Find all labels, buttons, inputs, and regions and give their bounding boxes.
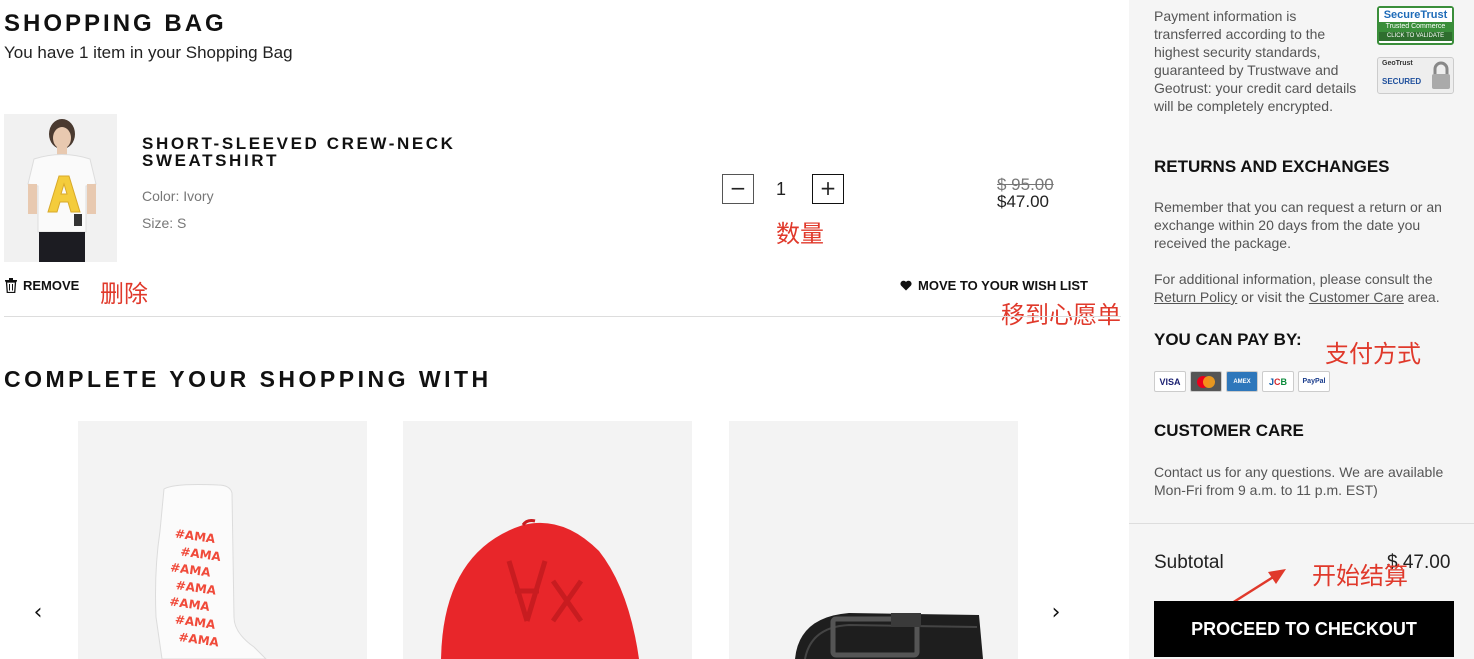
payment-methods: VISA AMEX JCB PayPal xyxy=(1154,371,1330,392)
return-policy-link[interactable]: Return Policy xyxy=(1154,289,1237,305)
remove-annotation: 删除 xyxy=(100,280,148,308)
customer-care-link[interactable]: Customer Care xyxy=(1309,289,1404,305)
geotrust-title: GeoTrust xyxy=(1382,60,1413,67)
wishlist-annotation: 移到心愿单 xyxy=(1001,301,1121,329)
customer-care-title: CUSTOMER CARE xyxy=(1154,421,1304,440)
remove-label: REMOVE xyxy=(23,278,80,293)
socks-image: #AMA #AMA #AMA #AMA #AMA #AMA #AMA xyxy=(155,484,267,659)
bag-count-text: You have 1 item in your Shopping Bag xyxy=(4,43,293,62)
sidebar-divider xyxy=(1129,523,1474,524)
quantity-value: 1 xyxy=(776,179,787,199)
amex-icon: AMEX xyxy=(1226,371,1258,392)
returns-title: RETURNS AND EXCHANGES xyxy=(1154,157,1390,176)
additional-info-prefix: For additional information, please consu… xyxy=(1154,271,1433,287)
pay-by-title: YOU CAN PAY BY: xyxy=(1154,330,1302,349)
order-summary-sidebar: Payment information is transferred accor… xyxy=(1129,0,1474,659)
heart-icon xyxy=(900,280,912,291)
quantity-annotation: 数量 xyxy=(776,220,824,248)
additional-info-mid: or visit the xyxy=(1241,289,1305,305)
additional-info-suffix: area. xyxy=(1407,289,1440,305)
returns-text: Remember that you can request a return o… xyxy=(1154,199,1442,251)
product-color: Color: Ivory xyxy=(142,188,214,204)
product-size: Size: S xyxy=(142,215,187,231)
wishlist-label: MOVE TO YOUR WISH LIST xyxy=(918,278,1088,293)
product-photo xyxy=(4,114,117,262)
belt-image xyxy=(795,613,983,659)
product-thumbnail[interactable] xyxy=(4,114,117,262)
carousel-next-arrow[interactable]: › xyxy=(1046,600,1066,630)
sale-price: $47.00 xyxy=(997,192,1049,211)
geotrust-secured: SECURED xyxy=(1382,77,1422,86)
quantity-increase-button[interactable]: + xyxy=(812,174,844,204)
visa-icon: VISA xyxy=(1154,371,1186,392)
proceed-to-checkout-button[interactable]: PROCEED TO CHECKOUT xyxy=(1154,601,1454,657)
recommendations-title: COMPLETE YOUR SHOPPING WITH xyxy=(4,366,492,392)
jcb-icon: JCB xyxy=(1262,371,1294,392)
checkout-annotation: 开始结算 xyxy=(1312,562,1408,590)
move-to-wishlist-button[interactable]: MOVE TO YOUR WISH LIST xyxy=(900,278,1088,293)
recommended-product-cap[interactable] xyxy=(403,421,692,659)
quantity-decrease-button[interactable]: − xyxy=(722,174,754,204)
mastercard-icon xyxy=(1190,371,1222,392)
divider xyxy=(4,316,1121,317)
additional-info-text: For additional information, please consu… xyxy=(1154,270,1459,306)
securetrust-badge[interactable]: SecureTrust Trusted Commerce CLICK TO VA… xyxy=(1377,6,1454,45)
paypal-icon: PayPal xyxy=(1298,371,1330,392)
cap-image xyxy=(441,519,639,659)
padlock-icon xyxy=(1432,61,1450,89)
securetrust-title: SecureTrust xyxy=(1379,8,1452,22)
trash-icon xyxy=(5,278,17,293)
recommended-product-belt[interactable] xyxy=(729,421,1018,659)
product-name[interactable]: SHORT-SLEEVED CREW-NECK SWEATSHIRT xyxy=(142,135,482,169)
carousel-prev-arrow[interactable]: ‹ xyxy=(28,600,48,630)
securetrust-subtitle: Trusted Commerce xyxy=(1379,22,1452,32)
payment-annotation: 支付方式 xyxy=(1325,340,1421,368)
remove-button[interactable]: REMOVE xyxy=(4,278,79,293)
recommended-product-socks[interactable]: #AMA #AMA #AMA #AMA #AMA #AMA #AMA xyxy=(78,421,367,659)
page-title: SHOPPING BAG xyxy=(4,10,227,37)
security-info-text: Payment information is transferred accor… xyxy=(1154,8,1357,114)
securetrust-validate: CLICK TO VALIDATE xyxy=(1379,32,1452,41)
geotrust-badge[interactable]: GeoTrust SECURED xyxy=(1377,57,1454,94)
customer-care-text: Contact us for any questions. We are ava… xyxy=(1154,464,1444,498)
